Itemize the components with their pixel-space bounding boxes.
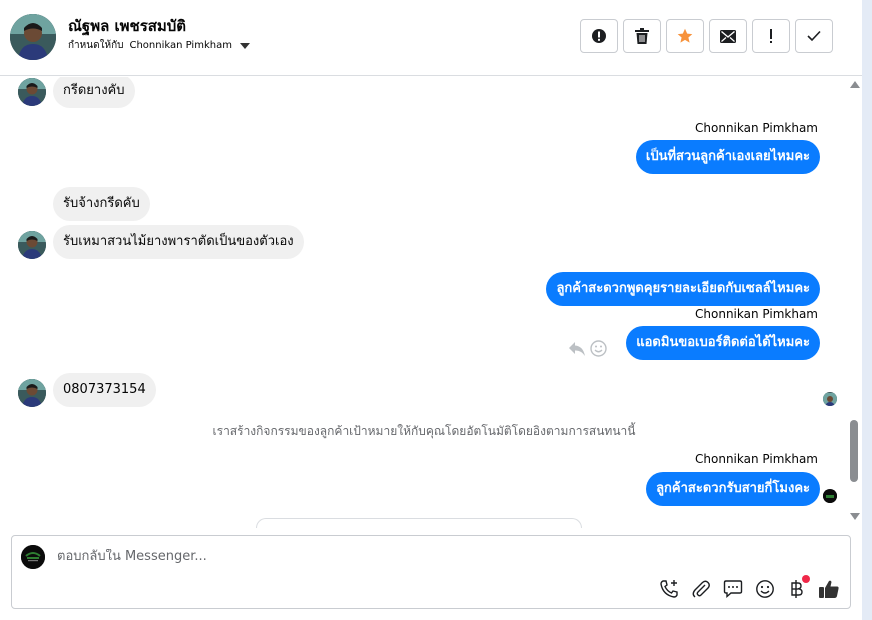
payment-button[interactable] <box>786 575 810 600</box>
assignment-selector[interactable]: กำหนดให้กับ Chonnikan Pimkham <box>68 38 250 53</box>
scroll-down-arrow[interactable] <box>850 513 860 520</box>
delete-button[interactable] <box>623 19 661 53</box>
message-outgoing[interactable]: แอดมินขอเบอร์ติดต่อได้ไหมคะ <box>626 326 820 360</box>
done-button[interactable] <box>795 19 833 53</box>
message-list[interactable]: กรีดยางคับ Chonnikan Pimkham เป็นที่สวนล… <box>0 77 848 523</box>
scrollbar-thumb[interactable] <box>850 420 858 482</box>
message-incoming[interactable]: รับเหมาสวนไม้ยางพาราตัดเป็นของตัวเอง <box>53 225 304 259</box>
system-notice: เราสร้างกิจกรรมของลูกค้าเป้าหมายให้กับคุ… <box>212 424 636 438</box>
follow-up-button[interactable] <box>752 19 790 53</box>
smiley-icon <box>756 580 774 598</box>
star-icon <box>677 28 693 43</box>
message-outgoing[interactable]: เป็นที่สวนลูกค้าเองเลยไหมคะ <box>635 140 820 174</box>
contact-avatar-small <box>18 231 46 259</box>
contact-avatar[interactable] <box>10 14 56 60</box>
composer-toolbar <box>658 575 840 600</box>
message-outgoing[interactable]: ลูกค้าสะดวกพูดคุยรายละเอียดกับเซลล์ไหมคะ <box>546 272 820 306</box>
seen-avatar <box>823 392 837 406</box>
contact-name: ณัฐพล เพชรสมบัติ <box>68 17 187 35</box>
message-incoming[interactable]: กรีดยางคับ <box>53 77 135 108</box>
page-avatar-seen <box>823 489 837 503</box>
envelope-icon <box>720 29 736 43</box>
reply-composer <box>11 535 851 609</box>
message-outgoing[interactable]: ลูกค้าสะดวกรับสายกี่โมงคะ <box>646 472 820 506</box>
phone-plus-icon <box>660 580 678 598</box>
emoji-button[interactable] <box>754 578 776 600</box>
exclamation-icon <box>770 29 772 43</box>
collapsed-card[interactable] <box>256 518 582 528</box>
notification-dot <box>802 575 810 583</box>
paperclip-icon <box>692 580 710 598</box>
react-smiley-icon[interactable] <box>590 340 607 357</box>
reply-input[interactable] <box>57 549 557 564</box>
like-button[interactable] <box>818 578 840 600</box>
contact-avatar-small <box>18 78 46 106</box>
call-add-button[interactable] <box>658 578 680 600</box>
sender-label: Chonnikan Pimkham <box>695 307 818 321</box>
header-actions <box>580 19 833 53</box>
thumbs-up-icon <box>819 580 839 598</box>
saved-replies-button[interactable] <box>722 578 744 600</box>
caret-down-icon <box>239 42 250 49</box>
trash-icon <box>635 28 649 44</box>
chat-bubble-icon <box>723 580 743 599</box>
assign-prefix: กำหนดให้กับ <box>68 40 124 51</box>
conversation-header: ณัฐพล เพชรสมบัติ กำหนดให้กับ Chonnikan P… <box>0 0 862 76</box>
assignee-name: Chonnikan Pimkham <box>129 40 232 51</box>
sender-label: Chonnikan Pimkham <box>695 121 818 135</box>
page-avatar <box>21 545 45 569</box>
sender-label: Chonnikan Pimkham <box>695 452 818 466</box>
reply-icon[interactable] <box>568 341 586 357</box>
star-button[interactable] <box>666 19 704 53</box>
message-incoming[interactable]: 0807373154 <box>53 373 156 407</box>
check-icon <box>807 30 821 42</box>
spam-button[interactable] <box>580 19 618 53</box>
alert-circle-icon <box>592 29 606 43</box>
mark-unread-button[interactable] <box>709 19 747 53</box>
message-incoming[interactable]: รับจ้างกรีดคับ <box>53 187 150 221</box>
contact-avatar-small <box>18 379 46 407</box>
attach-button[interactable] <box>690 578 712 600</box>
scroll-up-arrow[interactable] <box>850 81 860 88</box>
window-edge <box>862 0 872 620</box>
